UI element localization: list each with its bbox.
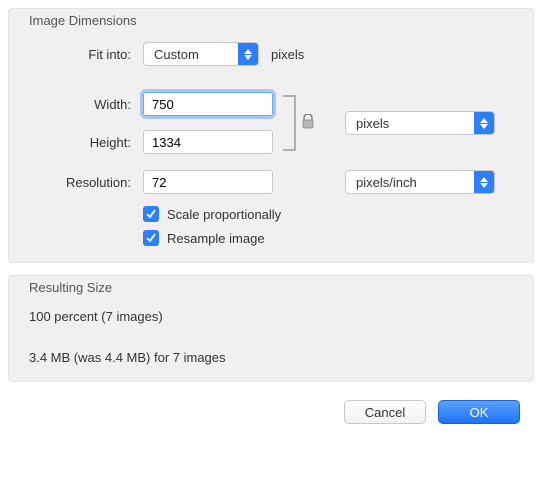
size-unit-value: pixels [346, 116, 474, 131]
fit-into-row: Fit into: Custom pixels [25, 42, 517, 66]
check-icon [146, 209, 156, 219]
resulting-size-title: Resulting Size [25, 280, 517, 295]
result-percent: 100 percent (7 images) [29, 309, 517, 324]
ok-button[interactable]: OK [438, 400, 520, 424]
fit-into-unit: pixels [271, 47, 304, 62]
resolution-label: Resolution: [25, 175, 143, 190]
resample-image-label: Resample image [167, 231, 265, 246]
updown-icon [474, 112, 494, 134]
width-label: Width: [25, 97, 143, 112]
scale-proportionally-row: Scale proportionally [143, 206, 517, 222]
resample-image-row: Resample image [143, 230, 517, 246]
fit-into-label: Fit into: [25, 47, 143, 62]
scale-proportionally-label: Scale proportionally [167, 207, 281, 222]
aspect-lock[interactable] [281, 92, 331, 154]
wh-fields: Width: Height: [25, 92, 273, 154]
resolution-unit-select[interactable]: pixels/inch [345, 170, 495, 194]
updown-icon [238, 43, 258, 65]
width-input[interactable] [143, 92, 273, 116]
resolution-row: Resolution: pixels/inch [25, 170, 517, 194]
result-size: 3.4 MB (was 4.4 MB) for 7 images [29, 350, 517, 365]
resample-image-checkbox[interactable] [143, 230, 159, 246]
width-height-group: Width: Height: pixels [25, 92, 517, 154]
fit-into-select[interactable]: Custom [143, 42, 259, 66]
height-input[interactable] [143, 130, 273, 154]
height-label: Height: [25, 135, 143, 150]
resolution-unit-value: pixels/inch [346, 175, 474, 190]
scale-proportionally-checkbox[interactable] [143, 206, 159, 222]
cancel-button[interactable]: Cancel [344, 400, 426, 424]
updown-icon [474, 171, 494, 193]
check-icon [146, 233, 156, 243]
width-row: Width: [25, 92, 273, 116]
resolution-input[interactable] [143, 170, 273, 194]
image-dimensions-title: Image Dimensions [25, 13, 517, 28]
fit-into-value: Custom [144, 47, 238, 62]
image-dimensions-group: Image Dimensions Fit into: Custom pixels… [8, 8, 534, 263]
resulting-size-group: Resulting Size 100 percent (7 images) 3.… [8, 275, 534, 382]
size-unit-select[interactable]: pixels [345, 111, 495, 135]
height-row: Height: [25, 130, 273, 154]
dialog-buttons: Cancel OK [8, 394, 534, 424]
size-unit-col: pixels [345, 111, 495, 135]
